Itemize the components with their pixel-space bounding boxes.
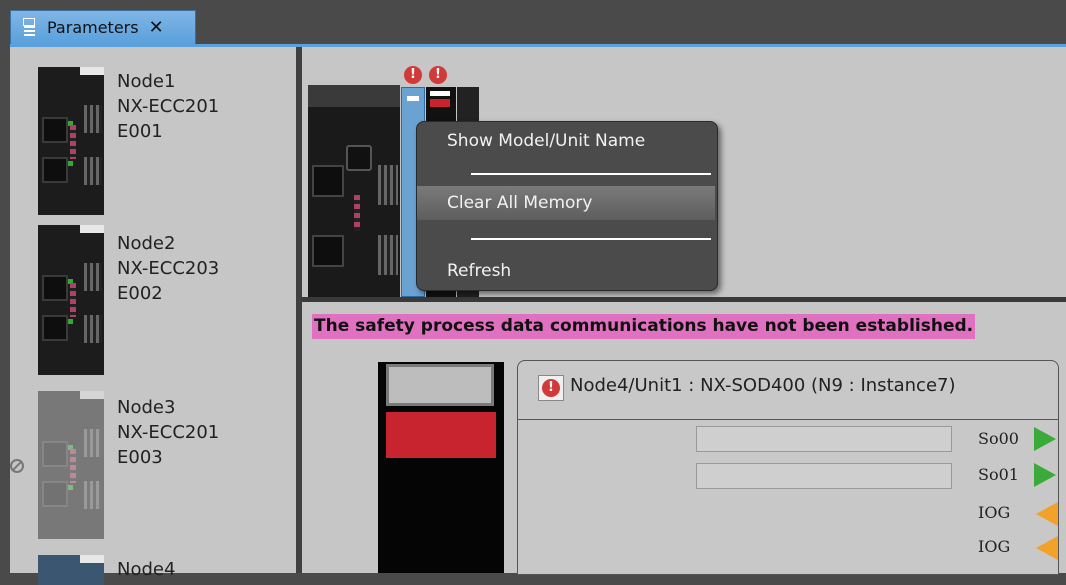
- port-label: IOG: [978, 537, 1011, 556]
- error-icon: !: [429, 66, 447, 84]
- context-menu: Show Model/Unit Name Clear All Memory Re…: [416, 121, 718, 291]
- tab-strip: Parameters ✕: [0, 0, 1066, 46]
- io-variable-field[interactable]: [696, 463, 952, 489]
- node-name: Node1: [117, 71, 176, 92]
- node-model: NX-ECC201: [117, 422, 220, 443]
- error-icon: !: [404, 66, 422, 84]
- io-variable-field[interactable]: [696, 426, 952, 452]
- node-item-1[interactable]: [38, 67, 108, 215]
- menu-item-refresh[interactable]: Refresh: [417, 254, 715, 288]
- output-arrow-icon: [1034, 463, 1056, 487]
- tab-parameters[interactable]: Parameters ✕: [10, 10, 196, 44]
- node-label-3: Node3 NX-ECC201 E003: [117, 395, 219, 470]
- port-label: So00: [978, 429, 1019, 448]
- node-name: Node4: [117, 559, 176, 580]
- node-label-2: Node2 NX-ECC203 E002: [117, 231, 219, 306]
- menu-separator: [471, 173, 711, 175]
- coupler-unit-image[interactable]: [308, 85, 400, 297]
- parameters-icon: [21, 16, 39, 40]
- port-label: IOG: [978, 503, 1011, 522]
- coupler-unit-image: [38, 555, 104, 585]
- unit-title: Node4/Unit1 : NX-SOD400 (N9 : Instance7): [570, 375, 956, 396]
- unit-header: ! Node4/Unit1 : NX-SOD400 (N9 : Instance…: [518, 361, 1058, 420]
- node-name: Node2: [117, 233, 176, 254]
- node-id: E002: [117, 283, 163, 304]
- node-model: NX-ECC201: [117, 96, 220, 117]
- menu-item-show-model-unit-name[interactable]: Show Model/Unit Name: [417, 124, 715, 158]
- communication-warning: The safety process data communications h…: [312, 314, 976, 339]
- coupler-unit-image: [38, 67, 104, 215]
- node-id: E003: [117, 447, 163, 468]
- node-label-4: Node4: [117, 557, 175, 582]
- error-icon: !: [538, 375, 564, 401]
- safety-output-unit-image: [378, 362, 504, 573]
- input-arrow-icon: [1036, 502, 1058, 526]
- coupler-unit-image: [38, 391, 104, 539]
- unit-io-panel: ! Node4/Unit1 : NX-SOD400 (N9 : Instance…: [517, 360, 1059, 575]
- port-label: So01: [978, 465, 1019, 484]
- node-list-panel[interactable]: Node1 NX-ECC201 E001 Node2 NX-ECC203 E00…: [10, 47, 296, 585]
- node-label-1: Node1 NX-ECC201 E001: [117, 69, 219, 144]
- close-icon[interactable]: ✕: [149, 18, 164, 37]
- node-name: Node3: [117, 397, 176, 418]
- menu-item-clear-all-memory[interactable]: Clear All Memory: [417, 186, 715, 220]
- disabled-icon: [10, 459, 24, 473]
- menu-separator: [471, 238, 711, 240]
- node-item-2[interactable]: [38, 225, 108, 375]
- node-model: NX-ECC203: [117, 258, 220, 279]
- tab-label: Parameters: [47, 18, 139, 37]
- node-item-3[interactable]: [38, 391, 108, 539]
- output-arrow-icon: [1034, 427, 1056, 451]
- node-item-4[interactable]: [38, 555, 108, 585]
- input-arrow-icon: [1036, 536, 1058, 560]
- node-id: E001: [117, 121, 163, 142]
- safety-unit-detail: The safety process data communications h…: [302, 302, 1066, 575]
- coupler-unit-image: [38, 225, 104, 375]
